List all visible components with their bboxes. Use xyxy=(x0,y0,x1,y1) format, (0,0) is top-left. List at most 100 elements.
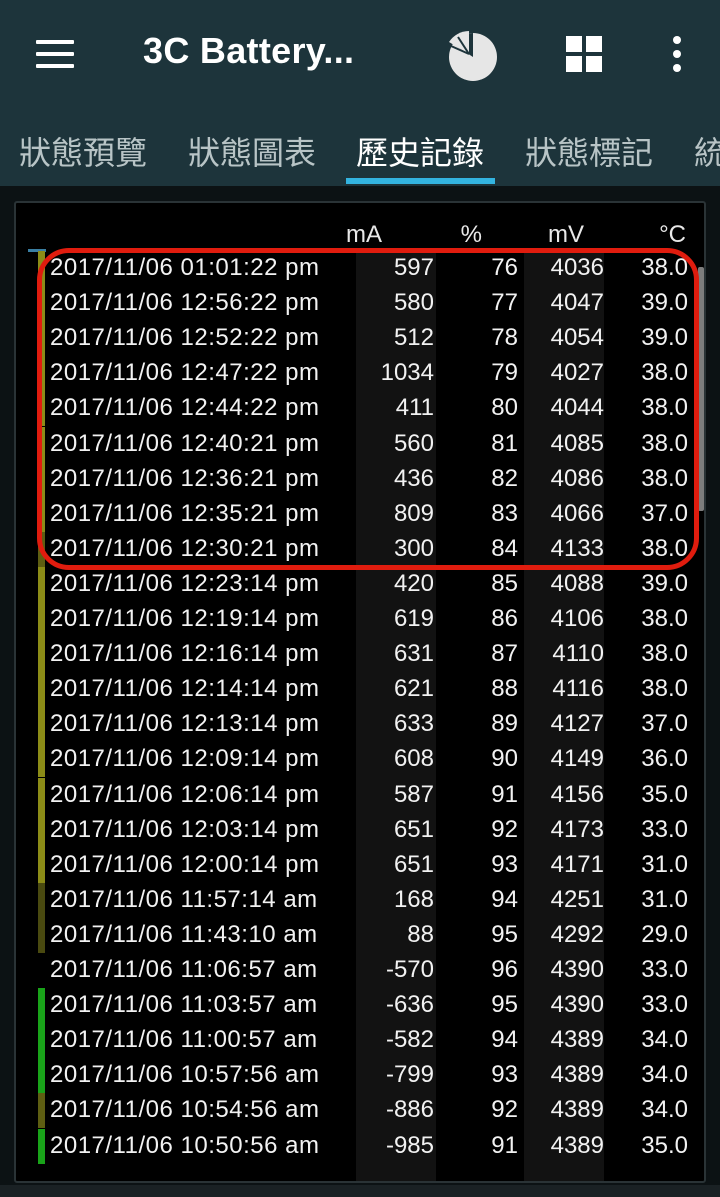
timestamp-cell: 2017/11/06 12:09:14 pm xyxy=(50,745,320,773)
percent-cell: 93 xyxy=(491,1061,518,1089)
table-row: 2017/11/06 12:14:14 pm 621 88 4116 38.0 xyxy=(16,672,704,708)
timestamp-cell: 2017/11/06 10:57:56 am xyxy=(50,1061,320,1089)
timestamp-cell: 2017/11/06 10:54:56 am xyxy=(50,1096,320,1124)
table-row: 2017/11/06 10:54:56 am -886 92 4389 34.0 xyxy=(16,1093,704,1129)
temperature-cell: 38.0 xyxy=(641,605,688,632)
tab-bar: 狀態預覽 狀態圖表 歷史記錄 狀態標記 統 xyxy=(0,118,720,186)
current-ma-cell: -799 xyxy=(385,1061,434,1089)
charge-state-indicator xyxy=(38,672,45,708)
current-ma-cell: -636 xyxy=(385,991,434,1019)
timestamp-cell: 2017/11/06 11:06:57 am xyxy=(50,956,318,983)
charge-state-indicator xyxy=(38,1058,45,1094)
percent-cell: 95 xyxy=(491,920,518,948)
current-ma-cell: 88 xyxy=(407,920,434,948)
voltage-mv-cell: 4251 xyxy=(550,885,604,913)
tab-status-chart[interactable]: 狀態圖表 xyxy=(188,128,316,174)
voltage-mv-cell: 4389 xyxy=(550,1131,604,1159)
current-ma-cell: 619 xyxy=(393,605,434,632)
temperature-cell: 35.0 xyxy=(641,780,688,808)
tab-status-markers[interactable]: 狀態標記 xyxy=(525,128,653,174)
current-ma-cell: 420 xyxy=(393,569,434,597)
voltage-mv-cell: 4171 xyxy=(550,850,604,878)
percent-cell: 96 xyxy=(491,956,518,983)
charge-state-indicator xyxy=(38,988,45,1024)
temperature-cell: 34.0 xyxy=(641,1026,688,1054)
header-mv: mV xyxy=(548,221,584,248)
voltage-mv-cell: 4088 xyxy=(550,569,604,597)
charge-state-indicator xyxy=(38,1128,45,1164)
temperature-cell: 38.0 xyxy=(641,675,688,703)
timestamp-cell: 2017/11/06 11:00:57 am xyxy=(50,1026,318,1054)
table-row: 2017/11/06 11:57:14 am 168 94 4251 31.0 xyxy=(16,882,704,918)
charge-state-indicator xyxy=(38,566,45,602)
table-row: 2017/11/06 12:16:14 pm 631 87 4110 38.0 xyxy=(16,637,704,673)
table-row: 2017/11/06 10:57:56 am -799 93 4389 34.0 xyxy=(16,1058,704,1094)
voltage-mv-cell: 4389 xyxy=(550,1026,604,1054)
timestamp-cell: 2017/11/06 12:19:14 pm xyxy=(50,605,320,632)
timestamp-cell: 2017/11/06 12:06:14 pm xyxy=(50,780,320,808)
timestamp-cell: 2017/11/06 11:03:57 am xyxy=(50,991,318,1019)
temperature-cell: 35.0 xyxy=(641,1131,688,1159)
temperature-cell: 38.0 xyxy=(641,640,688,668)
active-tab-indicator xyxy=(346,178,495,184)
current-ma-cell: -886 xyxy=(385,1096,434,1124)
grid-view-icon[interactable] xyxy=(566,36,604,74)
table-row: 2017/11/06 11:06:57 am -570 96 4390 33.0 xyxy=(16,953,704,988)
temperature-cell: 34.0 xyxy=(641,1061,688,1089)
voltage-mv-cell: 4173 xyxy=(550,815,604,843)
percent-cell: 85 xyxy=(491,569,518,597)
timestamp-cell: 2017/11/06 12:16:14 pm xyxy=(50,640,320,668)
voltage-mv-cell: 4292 xyxy=(550,920,604,948)
charge-state-indicator xyxy=(38,917,45,953)
current-ma-cell: 168 xyxy=(393,885,434,913)
hamburger-menu-icon[interactable] xyxy=(36,40,74,70)
temperature-cell: 31.0 xyxy=(641,885,688,913)
tab-status-overview[interactable]: 狀態預覽 xyxy=(19,128,147,174)
highlight-annotation xyxy=(37,248,699,570)
table-row: 2017/11/06 10:50:56 am -985 91 4389 35.0 xyxy=(16,1128,704,1164)
current-ma-cell: -570 xyxy=(385,956,434,983)
bottom-edge xyxy=(0,1185,720,1197)
charge-state-indicator xyxy=(38,847,45,883)
timestamp-cell: 2017/11/06 12:14:14 pm xyxy=(50,675,320,703)
current-ma-cell: 651 xyxy=(393,815,434,843)
charge-state-indicator xyxy=(38,1023,45,1059)
pie-chart-icon[interactable] xyxy=(444,28,500,84)
current-ma-cell: 651 xyxy=(393,850,434,878)
more-vert-icon[interactable] xyxy=(664,34,690,74)
timestamp-cell: 2017/11/06 10:50:56 am xyxy=(50,1131,320,1159)
table-row: 2017/11/06 12:06:14 pm 587 91 4156 35.0 xyxy=(16,777,704,813)
percent-cell: 94 xyxy=(491,885,518,913)
voltage-mv-cell: 4156 xyxy=(550,780,604,808)
app-title: 3C Battery... xyxy=(143,30,355,71)
app-bar: 3C Battery... 狀態預覽 狀態圖表 歷史記錄 狀態標記 統 xyxy=(0,0,720,186)
tab-statistics[interactable]: 統 xyxy=(694,128,720,174)
voltage-mv-cell: 4127 xyxy=(550,710,604,738)
percent-cell: 95 xyxy=(491,991,518,1019)
percent-cell: 92 xyxy=(491,815,518,843)
timestamp-cell: 2017/11/06 11:57:14 am xyxy=(50,885,318,913)
temperature-cell: 37.0 xyxy=(641,710,688,738)
percent-cell: 86 xyxy=(491,605,518,632)
percent-cell: 87 xyxy=(491,640,518,668)
tab-history[interactable]: 歷史記錄 xyxy=(356,128,484,174)
timestamp-cell: 2017/11/06 12:00:14 pm xyxy=(50,850,320,878)
temperature-cell: 33.0 xyxy=(641,991,688,1019)
voltage-mv-cell: 4110 xyxy=(552,640,604,668)
voltage-mv-cell: 4149 xyxy=(550,745,604,773)
table-row: 2017/11/06 12:13:14 pm 633 89 4127 37.0 xyxy=(16,707,704,743)
current-ma-cell: -985 xyxy=(385,1131,434,1159)
temperature-cell: 31.0 xyxy=(641,850,688,878)
charge-state-indicator xyxy=(38,637,45,673)
timestamp-cell: 2017/11/06 12:03:14 pm xyxy=(50,815,320,843)
table-row: 2017/11/06 12:03:14 pm 651 92 4173 33.0 xyxy=(16,812,704,848)
temperature-cell: 33.0 xyxy=(641,815,688,843)
voltage-mv-cell: 4390 xyxy=(550,991,604,1019)
temperature-cell: 34.0 xyxy=(641,1096,688,1124)
table-row: 2017/11/06 11:00:57 am -582 94 4389 34.0 xyxy=(16,1023,704,1059)
percent-cell: 91 xyxy=(491,1131,518,1159)
percent-cell: 94 xyxy=(491,1026,518,1054)
percent-cell: 93 xyxy=(491,850,518,878)
header-percent: % xyxy=(460,221,482,248)
temperature-cell: 29.0 xyxy=(641,920,688,948)
